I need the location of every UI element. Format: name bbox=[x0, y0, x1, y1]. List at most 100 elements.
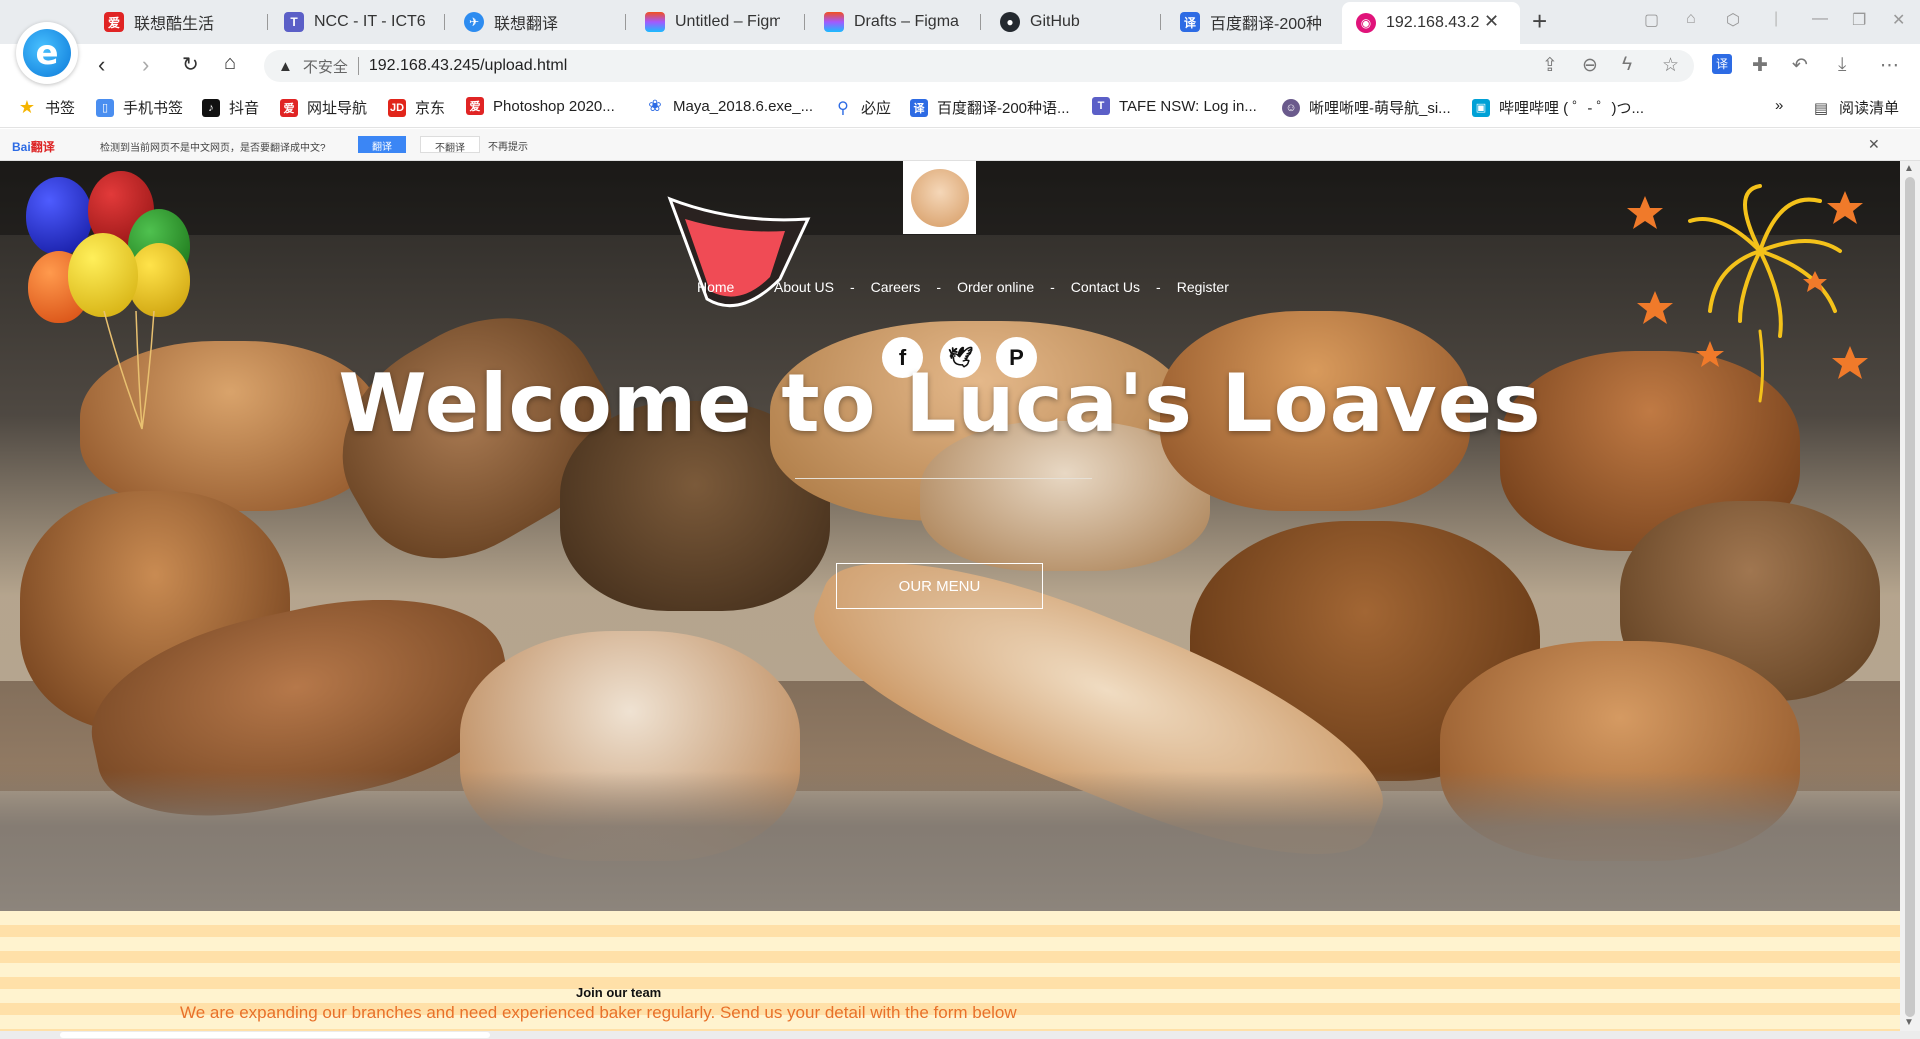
tab-lenovo-translate[interactable]: ✈ 联想翻译 bbox=[464, 6, 614, 38]
baidu-translate-icon: 译 bbox=[1180, 12, 1200, 32]
tiktok-icon: ♪ bbox=[202, 98, 220, 117]
bookmark-item[interactable]: ♪ 抖音 bbox=[202, 97, 259, 118]
nav-careers[interactable]: Careers bbox=[871, 279, 921, 295]
sidebar-icon[interactable]: ▢ bbox=[1644, 10, 1659, 30]
translate-icon[interactable]: 译 bbox=[1712, 54, 1732, 74]
nav-about[interactable]: About US bbox=[774, 279, 834, 295]
url-text[interactable]: 192.168.43.245/upload.html bbox=[369, 57, 567, 75]
bookmark-label: 必应 bbox=[861, 100, 892, 117]
nav-separator: - bbox=[936, 279, 942, 295]
our-menu-button[interactable]: OUR MENU bbox=[836, 563, 1043, 609]
lightning-icon[interactable]: ϟ bbox=[1622, 54, 1632, 76]
bookmark-label: Photoshop 2020... bbox=[493, 97, 615, 115]
star-icon: ★ bbox=[18, 97, 36, 117]
address-bar-row: ‹ › ↻ ⌂ ▲ 不安全 192.168.43.245/upload.html… bbox=[0, 44, 1920, 88]
shield-icon[interactable]: ⬡ bbox=[1726, 10, 1740, 30]
nav-contact[interactable]: Contact Us bbox=[1071, 279, 1140, 295]
bookmark-item[interactable]: ▣ 哔哩哔哩 ( ゜- ゜)つ... bbox=[1472, 97, 1644, 118]
join-title: Join our team bbox=[576, 985, 662, 1000]
close-icon[interactable]: ✕ bbox=[1868, 136, 1880, 153]
tab-figma-untitled[interactable]: Untitled – Figm bbox=[645, 6, 780, 38]
bookmark-label: 书签 bbox=[45, 100, 76, 117]
bookmark-label: 哔哩哔哩 ( ゜- ゜)つ... bbox=[1499, 100, 1644, 117]
more-bookmarks-button[interactable]: » bbox=[1775, 97, 1783, 114]
translate-button[interactable]: 翻译 bbox=[358, 136, 406, 153]
forward-icon[interactable]: › bbox=[142, 52, 149, 78]
hero-divider bbox=[795, 478, 1092, 479]
nav-home[interactable]: Home bbox=[697, 279, 734, 295]
tab-label: 192.168.43.2 bbox=[1386, 14, 1480, 31]
browser-logo-icon[interactable]: e bbox=[16, 22, 78, 84]
zoom-icon[interactable]: ⊖ bbox=[1582, 54, 1598, 77]
warning-icon: ▲ bbox=[278, 57, 293, 75]
bookmark-item[interactable]: ❀ Maya_2018.6.exe_... bbox=[646, 97, 813, 116]
search-icon: ⚲ bbox=[837, 99, 849, 117]
tab-label: GitHub bbox=[1030, 13, 1080, 30]
bookmark-label: 唽哩唽哩-萌导航_si... bbox=[1309, 100, 1451, 117]
download-icon[interactable]: ⤓ bbox=[1838, 54, 1846, 76]
close-tab-icon[interactable]: ✕ bbox=[1484, 11, 1499, 32]
game-icon[interactable]: ⌂ bbox=[1686, 10, 1696, 28]
teams-icon: T bbox=[1092, 97, 1110, 115]
join-description: We are expanding our branches and need e… bbox=[180, 1003, 1017, 1022]
bookmark-item[interactable]: ⚲ 必应 bbox=[834, 97, 891, 118]
web-page: Home About US - Careers - Order online -… bbox=[0, 161, 1900, 1031]
reload-icon[interactable]: ↻ bbox=[182, 52, 199, 77]
bookmark-item[interactable]: T TAFE NSW: Log in... bbox=[1092, 97, 1257, 115]
share-icon[interactable]: ⇪ bbox=[1542, 54, 1558, 77]
reading-list-icon: ▤ bbox=[1813, 99, 1829, 117]
new-tab-button[interactable]: + bbox=[1532, 6, 1547, 37]
site-nav: Home bbox=[697, 279, 734, 295]
bookmark-label: TAFE NSW: Log in... bbox=[1119, 97, 1257, 115]
extensions-icon[interactable]: ✚ bbox=[1752, 54, 1768, 77]
tab-github[interactable]: ● GitHub bbox=[1000, 6, 1140, 38]
anime-icon: ☺ bbox=[1282, 98, 1300, 117]
favorite-star-icon[interactable]: ☆ bbox=[1662, 54, 1679, 77]
tab-label: NCC - IT - ICT6 bbox=[314, 13, 426, 30]
bookmarks-bar: ★ 书签 ▯ 手机书签 ♪ 抖音 爱 网址导航 JD 京东 爱 Photosho… bbox=[0, 88, 1920, 128]
baidu-paw-icon: ❀ bbox=[648, 98, 662, 115]
site-logo[interactable] bbox=[903, 161, 976, 234]
photoshop-icon: 爱 bbox=[466, 97, 484, 115]
bookmark-item[interactable]: JD 京东 bbox=[388, 97, 445, 118]
no-remind-button[interactable]: 不再提示 bbox=[474, 136, 542, 153]
bookmark-item[interactable]: ★ 书签 bbox=[18, 97, 75, 118]
bookmark-item[interactable]: ☺ 唽哩唽哩-萌导航_si... bbox=[1282, 97, 1451, 118]
tab-lenovo[interactable]: 爱 联想酷生活 bbox=[104, 6, 264, 38]
baidu-translate-logo: Bai翻译 bbox=[12, 140, 55, 154]
tab-figma-drafts[interactable]: Drafts – Figma bbox=[824, 6, 964, 38]
tab-label: 联想酷生活 bbox=[134, 16, 215, 33]
tab-baidu-translate[interactable]: 译 百度翻译-200种 bbox=[1180, 6, 1322, 38]
tab-bar: 爱 联想酷生活 T NCC - IT - ICT6 ✈ 联想翻译 Untitle… bbox=[0, 0, 1920, 44]
address-input[interactable]: ▲ 不安全 192.168.43.245/upload.html bbox=[264, 50, 1694, 82]
bookmark-label: 手机书签 bbox=[123, 100, 184, 117]
tab-label: Drafts – Figma bbox=[854, 13, 959, 30]
insecure-label: 不安全 bbox=[302, 58, 348, 76]
dont-translate-button[interactable]: 不翻译 bbox=[420, 136, 480, 154]
more-icon[interactable]: ⋯ bbox=[1880, 54, 1899, 77]
back-icon[interactable]: ‹ bbox=[98, 52, 105, 78]
teams-icon: T bbox=[284, 12, 304, 32]
reading-list-button[interactable]: ▤ 阅读清单 bbox=[1812, 97, 1899, 118]
bookmark-item[interactable]: 译 百度翻译-200种语... bbox=[910, 97, 1070, 118]
horizontal-scrollbar[interactable] bbox=[0, 1031, 1920, 1039]
restore-icon[interactable]: ❐ bbox=[1852, 10, 1866, 30]
bookmark-item[interactable]: ▯ 手机书签 bbox=[96, 97, 183, 118]
phone-icon: ▯ bbox=[96, 98, 114, 117]
nav-register[interactable]: Register bbox=[1177, 279, 1229, 295]
minimize-icon[interactable]: — bbox=[1812, 10, 1828, 28]
nav-separator: - bbox=[1156, 279, 1161, 295]
bookmark-label: 百度翻译-200种语... bbox=[937, 100, 1070, 117]
bakery-logo-icon bbox=[910, 168, 969, 227]
home-icon[interactable]: ⌂ bbox=[224, 52, 236, 75]
tab-ncc[interactable]: T NCC - IT - ICT6 bbox=[284, 6, 434, 38]
bookmark-item[interactable]: 爱 网址导航 bbox=[280, 97, 367, 118]
undo-icon[interactable]: ↶ bbox=[1792, 54, 1808, 77]
tab-label: 百度翻译-200种 bbox=[1210, 16, 1322, 33]
vertical-scrollbar[interactable]: ▲ ▼ bbox=[1900, 161, 1920, 1031]
bookmark-item[interactable]: 爱 Photoshop 2020... bbox=[466, 97, 615, 115]
hero-title: Welcome to Luca's Loaves bbox=[338, 357, 1542, 450]
bookmark-label: 网址导航 bbox=[307, 100, 368, 117]
nav-order-online[interactable]: Order online bbox=[957, 279, 1034, 295]
close-window-icon[interactable]: ✕ bbox=[1892, 10, 1905, 30]
